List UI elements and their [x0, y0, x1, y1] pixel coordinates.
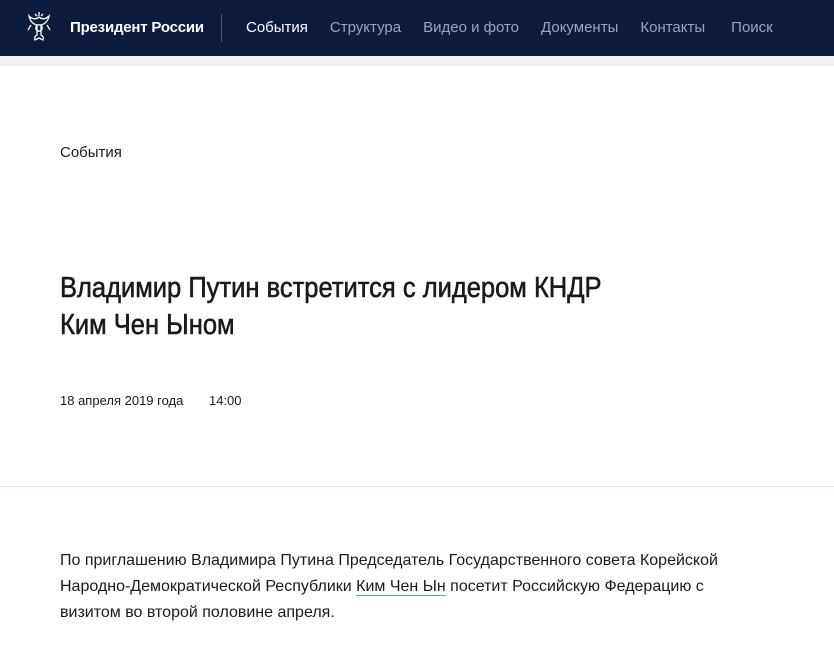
- top-navigation-bar: Президент России События Структура Видео…: [0, 0, 834, 56]
- double-headed-eagle-icon[interactable]: [24, 11, 54, 43]
- person-link[interactable]: Ким Чен Ын: [356, 578, 446, 596]
- article-time: 14:00: [208, 393, 242, 408]
- nav-item-video-photo[interactable]: Видео и фото: [423, 0, 519, 56]
- main-nav: События Структура Видео и фото Документы…: [246, 0, 795, 56]
- nav-item-search[interactable]: Поиск: [731, 0, 773, 56]
- article-meta: 18 апреля 2019 года 14:00: [60, 393, 242, 408]
- article-body: По приглашению Владимира Путина Председа…: [60, 548, 740, 626]
- header-shadow-strip: [0, 56, 834, 66]
- brand-link[interactable]: Президент России: [70, 0, 204, 56]
- article-title: Владимир Путин встретится с лидером КНДР…: [60, 272, 602, 342]
- nav-item-documents[interactable]: Документы: [541, 0, 618, 56]
- article-date: 18 апреля 2019 года: [60, 393, 184, 408]
- nav-item-events[interactable]: События: [246, 0, 308, 56]
- content-divider: [0, 486, 834, 487]
- nav-item-contacts[interactable]: Контакты: [640, 0, 705, 56]
- section-label[interactable]: События: [60, 144, 122, 161]
- nav-item-structure[interactable]: Структура: [330, 0, 401, 56]
- header-divider: [221, 14, 222, 42]
